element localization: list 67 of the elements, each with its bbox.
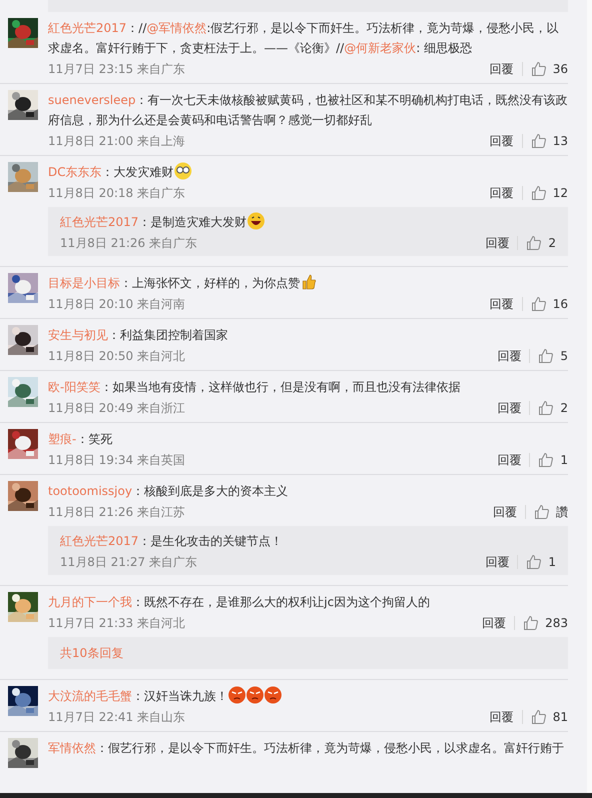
reply-link[interactable]: 回覆 bbox=[493, 502, 517, 520]
thumbs-up-icon bbox=[534, 504, 550, 520]
comment-text: sueneversleep：有一次七天未做核酸被赋黄码，也被社区和某不明确机构打电话，既然没有该政府信息，那为什么还是会黄码和电话警告啊？感觉一切都好乱 bbox=[48, 92, 568, 129]
laughing-emoji-icon bbox=[246, 212, 265, 230]
reply-link[interactable]: 回覆 bbox=[490, 132, 514, 150]
comment-text: 紅色光芒2017：//@军情依然:假艺行邪，是以令下而奸生。巧法析律，竟为苛爆，侵愁小民，以求虚名。富奸行贿于下，贪吏枉法于上。——《论衡》//@何新老家伙: 细思极恐 bbox=[48, 20, 560, 57]
comment-text: DC东东东：大发灾难财 bbox=[48, 162, 568, 182]
like-button[interactable]: 1 bbox=[526, 552, 556, 570]
timestamp: 11月7日 23:15 来自广东 bbox=[48, 60, 186, 78]
thumbs-up-icon bbox=[530, 184, 547, 200]
reply-link[interactable]: 回覆 bbox=[497, 398, 522, 416]
like-button[interactable]: 283 bbox=[523, 614, 568, 632]
timestamp: 11月8日 20:10 来自河南 bbox=[48, 296, 186, 312]
comment-text: 安生与初见：利益集团控制着国家 bbox=[48, 327, 229, 344]
timestamp: 11月8日 21:26 来自江苏 bbox=[48, 504, 186, 520]
thumbs-up-icon bbox=[538, 452, 554, 468]
angry-emoji-icon bbox=[264, 686, 282, 704]
like-button[interactable]: 2 bbox=[526, 234, 556, 252]
reply-link[interactable]: 回覆 bbox=[485, 552, 510, 570]
comment-text: 目标是小目标：上海张怀文，好样的，为你点赞 bbox=[48, 273, 568, 293]
comment-text: 紅色光芒2017：是制造灾难大发财 bbox=[60, 212, 556, 232]
like-button[interactable]: 12 bbox=[530, 184, 568, 202]
like-button[interactable]: 5 bbox=[538, 346, 568, 364]
thumbs-up-icon bbox=[526, 234, 542, 250]
thumbs-up-icon bbox=[530, 708, 547, 724]
comment-text: 欧-阳笑笑：如果当地有疫情，这样做也行，但是没有啊，而且也没有法律依据 bbox=[48, 379, 462, 396]
timestamp: 11月7日 22:41 来自山东 bbox=[48, 708, 186, 726]
thumbs-up-icon bbox=[538, 400, 554, 416]
reply-link[interactable]: 回覆 bbox=[485, 234, 510, 252]
like-button[interactable]: 讚 bbox=[534, 502, 568, 520]
comment-text: 军情依然：假艺行邪，是以令下而奸生。巧法析律，竟为苛爆，侵愁小民，以求虚名。富奸行贿于 bbox=[48, 740, 565, 757]
thumbs-up-icon bbox=[538, 348, 554, 364]
reply-link[interactable]: 回覆 bbox=[490, 294, 514, 312]
glasses-emoji-icon bbox=[174, 162, 192, 180]
like-button[interactable]: 36 bbox=[530, 60, 568, 78]
comment-text: 大汶流的毛毛蟹：汉奸当诛九族！ bbox=[48, 686, 568, 706]
reply-link[interactable]: 回覆 bbox=[497, 450, 522, 468]
like-button[interactable]: 81 bbox=[530, 708, 568, 726]
timestamp: 11月8日 20:18 来自广东 bbox=[48, 184, 186, 202]
timestamp: 11月7日 21:33 来自河北 bbox=[48, 614, 186, 632]
like-button[interactable]: 13 bbox=[530, 132, 568, 150]
timestamp: 11月8日 21:26 来自广东 bbox=[60, 234, 198, 252]
reply-link[interactable]: 回覆 bbox=[490, 708, 514, 726]
thumbs-up-icon bbox=[530, 132, 547, 148]
thumbs-up-emoji-icon bbox=[300, 273, 318, 291]
thumbs-up-icon bbox=[523, 614, 540, 630]
reply-link[interactable]: 回覆 bbox=[490, 184, 514, 202]
angry-emoji-icon bbox=[246, 686, 264, 704]
timestamp: 11月8日 20:50 来自河北 bbox=[48, 348, 186, 364]
reply-link[interactable]: 回覆 bbox=[490, 60, 514, 78]
comment-text: 九月的下一个我：既然不存在，是谁那么大的权利让jc因为这个拘留人的 bbox=[48, 594, 431, 611]
angry-emoji-icon bbox=[228, 686, 246, 704]
reply-link[interactable]: 回覆 bbox=[497, 346, 522, 364]
like-button[interactable]: 16 bbox=[530, 294, 568, 312]
thumbs-up-icon bbox=[530, 60, 547, 76]
comment-text: 塑痕-：笑死 bbox=[48, 431, 114, 448]
comment-text: tootoomissjoy：核酸到底是多大的资本主义 bbox=[48, 483, 290, 500]
timestamp: 11月8日 20:49 来自浙江 bbox=[48, 400, 186, 416]
reply-link[interactable]: 回覆 bbox=[482, 614, 506, 632]
like-button[interactable]: 1 bbox=[538, 450, 568, 468]
timestamp: 11月8日 21:00 来自上海 bbox=[48, 132, 186, 150]
thumbs-up-icon bbox=[530, 296, 547, 312]
timestamp: 11月8日 21:27 来自广东 bbox=[60, 554, 198, 570]
like-button[interactable]: 2 bbox=[538, 398, 568, 416]
comment-text: 紅色光芒2017：是生化攻击的关键节点！ bbox=[60, 533, 284, 550]
timestamp: 11月8日 19:34 来自英国 bbox=[48, 452, 186, 468]
thumbs-up-icon bbox=[526, 554, 542, 570]
